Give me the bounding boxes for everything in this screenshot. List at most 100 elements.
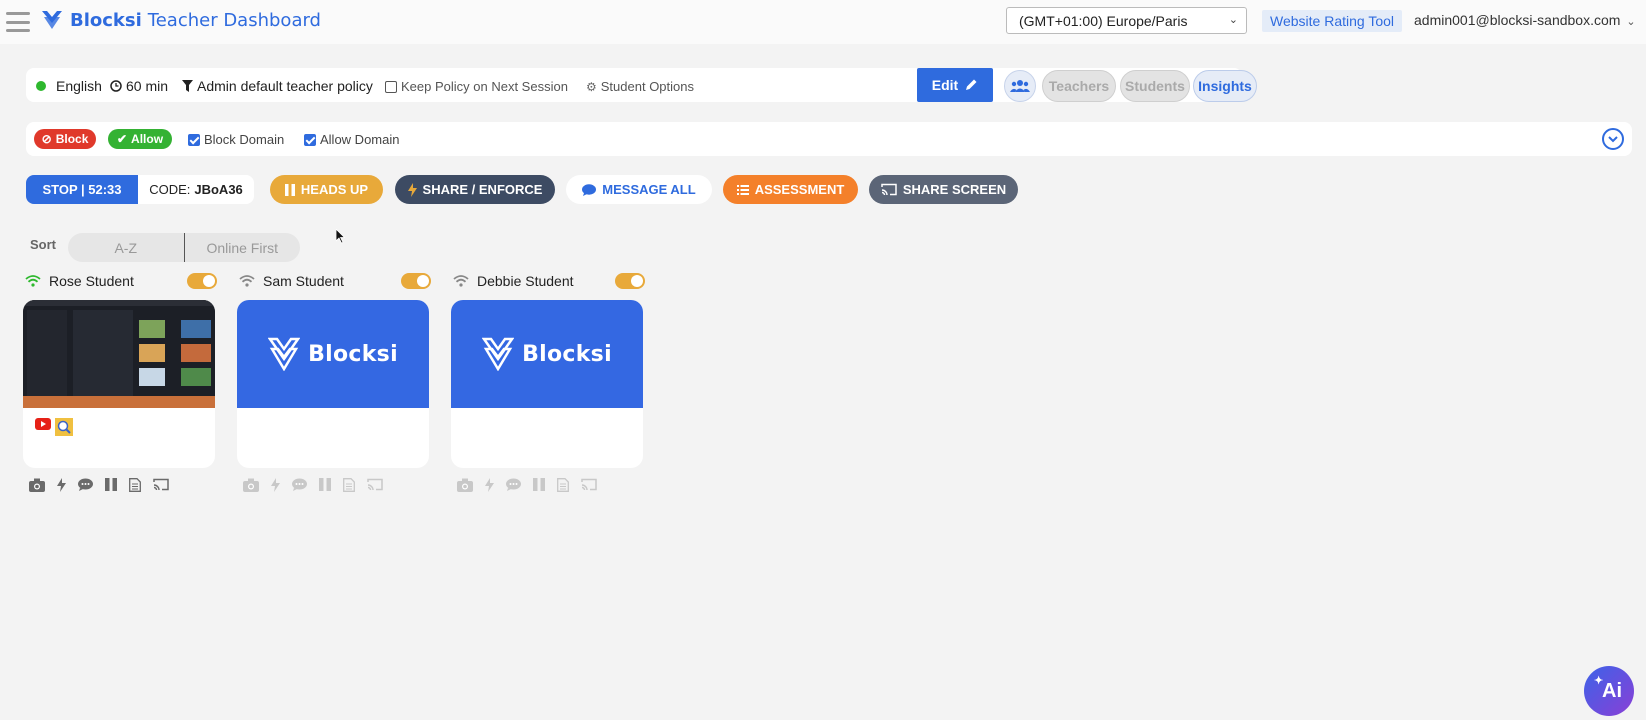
- student-name: Rose Student: [49, 273, 134, 289]
- camera-icon[interactable]: [29, 478, 45, 492]
- keep-policy-checkbox[interactable]: Keep Policy on Next Session: [385, 79, 568, 94]
- ai-assistant-button[interactable]: ✦ Ai: [1584, 666, 1634, 716]
- keep-policy-label: Keep Policy on Next Session: [401, 79, 568, 94]
- message-all-label: MESSAGE ALL: [602, 182, 696, 197]
- checkbox-icon[interactable]: [385, 80, 397, 93]
- gear-icon: ⚙: [586, 79, 597, 94]
- pause-icon: [284, 183, 295, 196]
- cast-icon[interactable]: [367, 478, 383, 491]
- block-domain-checkbox[interactable]: Block Domain: [188, 132, 284, 147]
- message-all-button[interactable]: MESSAGE ALL: [566, 175, 712, 204]
- share-enforce-button[interactable]: SHARE / ENFORCE: [395, 175, 555, 204]
- share-enforce-label: SHARE / ENFORCE: [422, 182, 543, 197]
- assessment-button[interactable]: ASSESSMENT: [723, 175, 858, 204]
- student-screen-thumbnail[interactable]: [23, 300, 215, 468]
- student-card[interactable]: Debbie Student Blocksi: [451, 270, 645, 492]
- student-controls: [237, 478, 431, 492]
- student-controls: [23, 478, 217, 492]
- filter-icon: [182, 80, 193, 92]
- student-card[interactable]: Sam Student Blocksi: [237, 270, 431, 492]
- domain-bar: ⊘ Block ✔ Allow Block Domain Allow Domai…: [26, 122, 1632, 156]
- mouse-cursor-icon: [336, 229, 346, 244]
- groups-button[interactable]: [1004, 70, 1036, 102]
- tab-students[interactable]: Students: [1120, 70, 1190, 102]
- student-card[interactable]: Rose Student: [23, 270, 217, 492]
- bolt-icon: [407, 182, 417, 197]
- student-toggle[interactable]: [615, 273, 645, 289]
- website-rating-tool-link[interactable]: Website Rating Tool: [1262, 10, 1402, 32]
- app-logo[interactable]: Blocksi Teacher Dashboard: [40, 8, 321, 32]
- camera-icon[interactable]: [243, 478, 259, 492]
- language-label: English: [56, 78, 102, 94]
- menu-icon[interactable]: [6, 12, 30, 32]
- student-header: Sam Student: [237, 270, 431, 292]
- chat-icon: [582, 183, 597, 196]
- block-domain-label: Block Domain: [204, 132, 285, 147]
- ai-label: Ai: [1602, 679, 1622, 702]
- allow-tag-button[interactable]: ✔ Allow: [108, 129, 172, 149]
- tab-insights[interactable]: Insights: [1193, 70, 1257, 102]
- youtube-icon[interactable]: [35, 418, 51, 430]
- student-header: Debbie Student: [451, 270, 645, 292]
- share-screen-label: SHARE SCREEN: [902, 182, 1007, 197]
- cast-icon: [881, 183, 897, 196]
- student-name: Debbie Student: [477, 273, 574, 289]
- bolt-icon[interactable]: [57, 478, 66, 492]
- document-icon[interactable]: [343, 478, 355, 492]
- pause-icon[interactable]: [533, 478, 545, 491]
- checkbox-icon[interactable]: [304, 133, 316, 146]
- timezone-select[interactable]: (GMT+01:00) Europe/Paris ⌄: [1006, 7, 1247, 34]
- sort-toggle: A-Z Online First: [68, 233, 300, 262]
- heads-up-button[interactable]: HEADS UP: [270, 175, 383, 204]
- cast-icon[interactable]: [153, 478, 169, 491]
- sort-option-a-z[interactable]: A-Z: [68, 233, 185, 262]
- allow-label: Allow: [131, 132, 164, 146]
- screen-preview: [23, 300, 215, 408]
- brand-name: Blocksi: [70, 9, 142, 31]
- document-icon[interactable]: [557, 478, 569, 492]
- pause-icon[interactable]: [319, 478, 331, 491]
- chat-icon[interactable]: [292, 478, 307, 491]
- screen-preview-image: [23, 300, 215, 408]
- open-tabs: [35, 418, 73, 436]
- document-icon[interactable]: [129, 478, 141, 492]
- tab-teachers[interactable]: Teachers: [1042, 70, 1116, 102]
- cast-icon[interactable]: [581, 478, 597, 491]
- account-email: admin001@blocksi-sandbox.com: [1414, 12, 1621, 28]
- allow-domain-checkbox[interactable]: Allow Domain: [304, 132, 399, 147]
- allow-domain-label: Allow Domain: [320, 132, 400, 147]
- student-toggle[interactable]: [401, 273, 431, 289]
- code-value: JBoA36: [194, 182, 243, 197]
- pencil-icon: [966, 79, 977, 90]
- chat-icon[interactable]: [78, 478, 93, 491]
- assessment-label: ASSESSMENT: [754, 182, 845, 197]
- chevron-down-icon: ⌄: [1228, 14, 1238, 26]
- student-screen-thumbnail[interactable]: Blocksi: [237, 300, 429, 468]
- bolt-icon[interactable]: [485, 478, 494, 492]
- top-bar: Blocksi Teacher Dashboard (GMT+01:00) Eu…: [0, 0, 1646, 44]
- edit-policy-button[interactable]: Edit: [917, 68, 993, 102]
- student-screen-thumbnail[interactable]: Blocksi: [451, 300, 643, 468]
- stop-session-button[interactable]: STOP | 52:33: [26, 175, 138, 204]
- page-title: Teacher Dashboard: [147, 9, 321, 31]
- sparkle-icon: ✦: [1594, 675, 1604, 687]
- student-options-button[interactable]: ⚙ Student Options: [586, 79, 694, 94]
- student-toggle[interactable]: [187, 273, 217, 289]
- pause-icon[interactable]: [105, 478, 117, 491]
- search-tab-icon[interactable]: [55, 418, 73, 436]
- chat-icon[interactable]: [506, 478, 521, 491]
- sort-label: Sort: [30, 237, 56, 252]
- bolt-icon[interactable]: [271, 478, 280, 492]
- screen-brand: Blocksi: [522, 341, 612, 367]
- sort-option-online-first[interactable]: Online First: [185, 233, 301, 262]
- account-menu[interactable]: admin001@blocksi-sandbox.com ⌄: [1414, 12, 1636, 28]
- chevron-down-icon: ⌄: [1626, 16, 1636, 28]
- block-tag-button[interactable]: ⊘ Block: [34, 129, 96, 149]
- checkbox-icon[interactable]: [188, 133, 200, 146]
- expand-domains-button[interactable]: [1602, 128, 1624, 150]
- share-screen-button[interactable]: SHARE SCREEN: [869, 175, 1018, 204]
- student-options-label: Student Options: [600, 79, 694, 94]
- policy-filter[interactable]: Admin default teacher policy: [182, 78, 373, 94]
- camera-icon[interactable]: [457, 478, 473, 492]
- status-dot-icon: [36, 81, 46, 91]
